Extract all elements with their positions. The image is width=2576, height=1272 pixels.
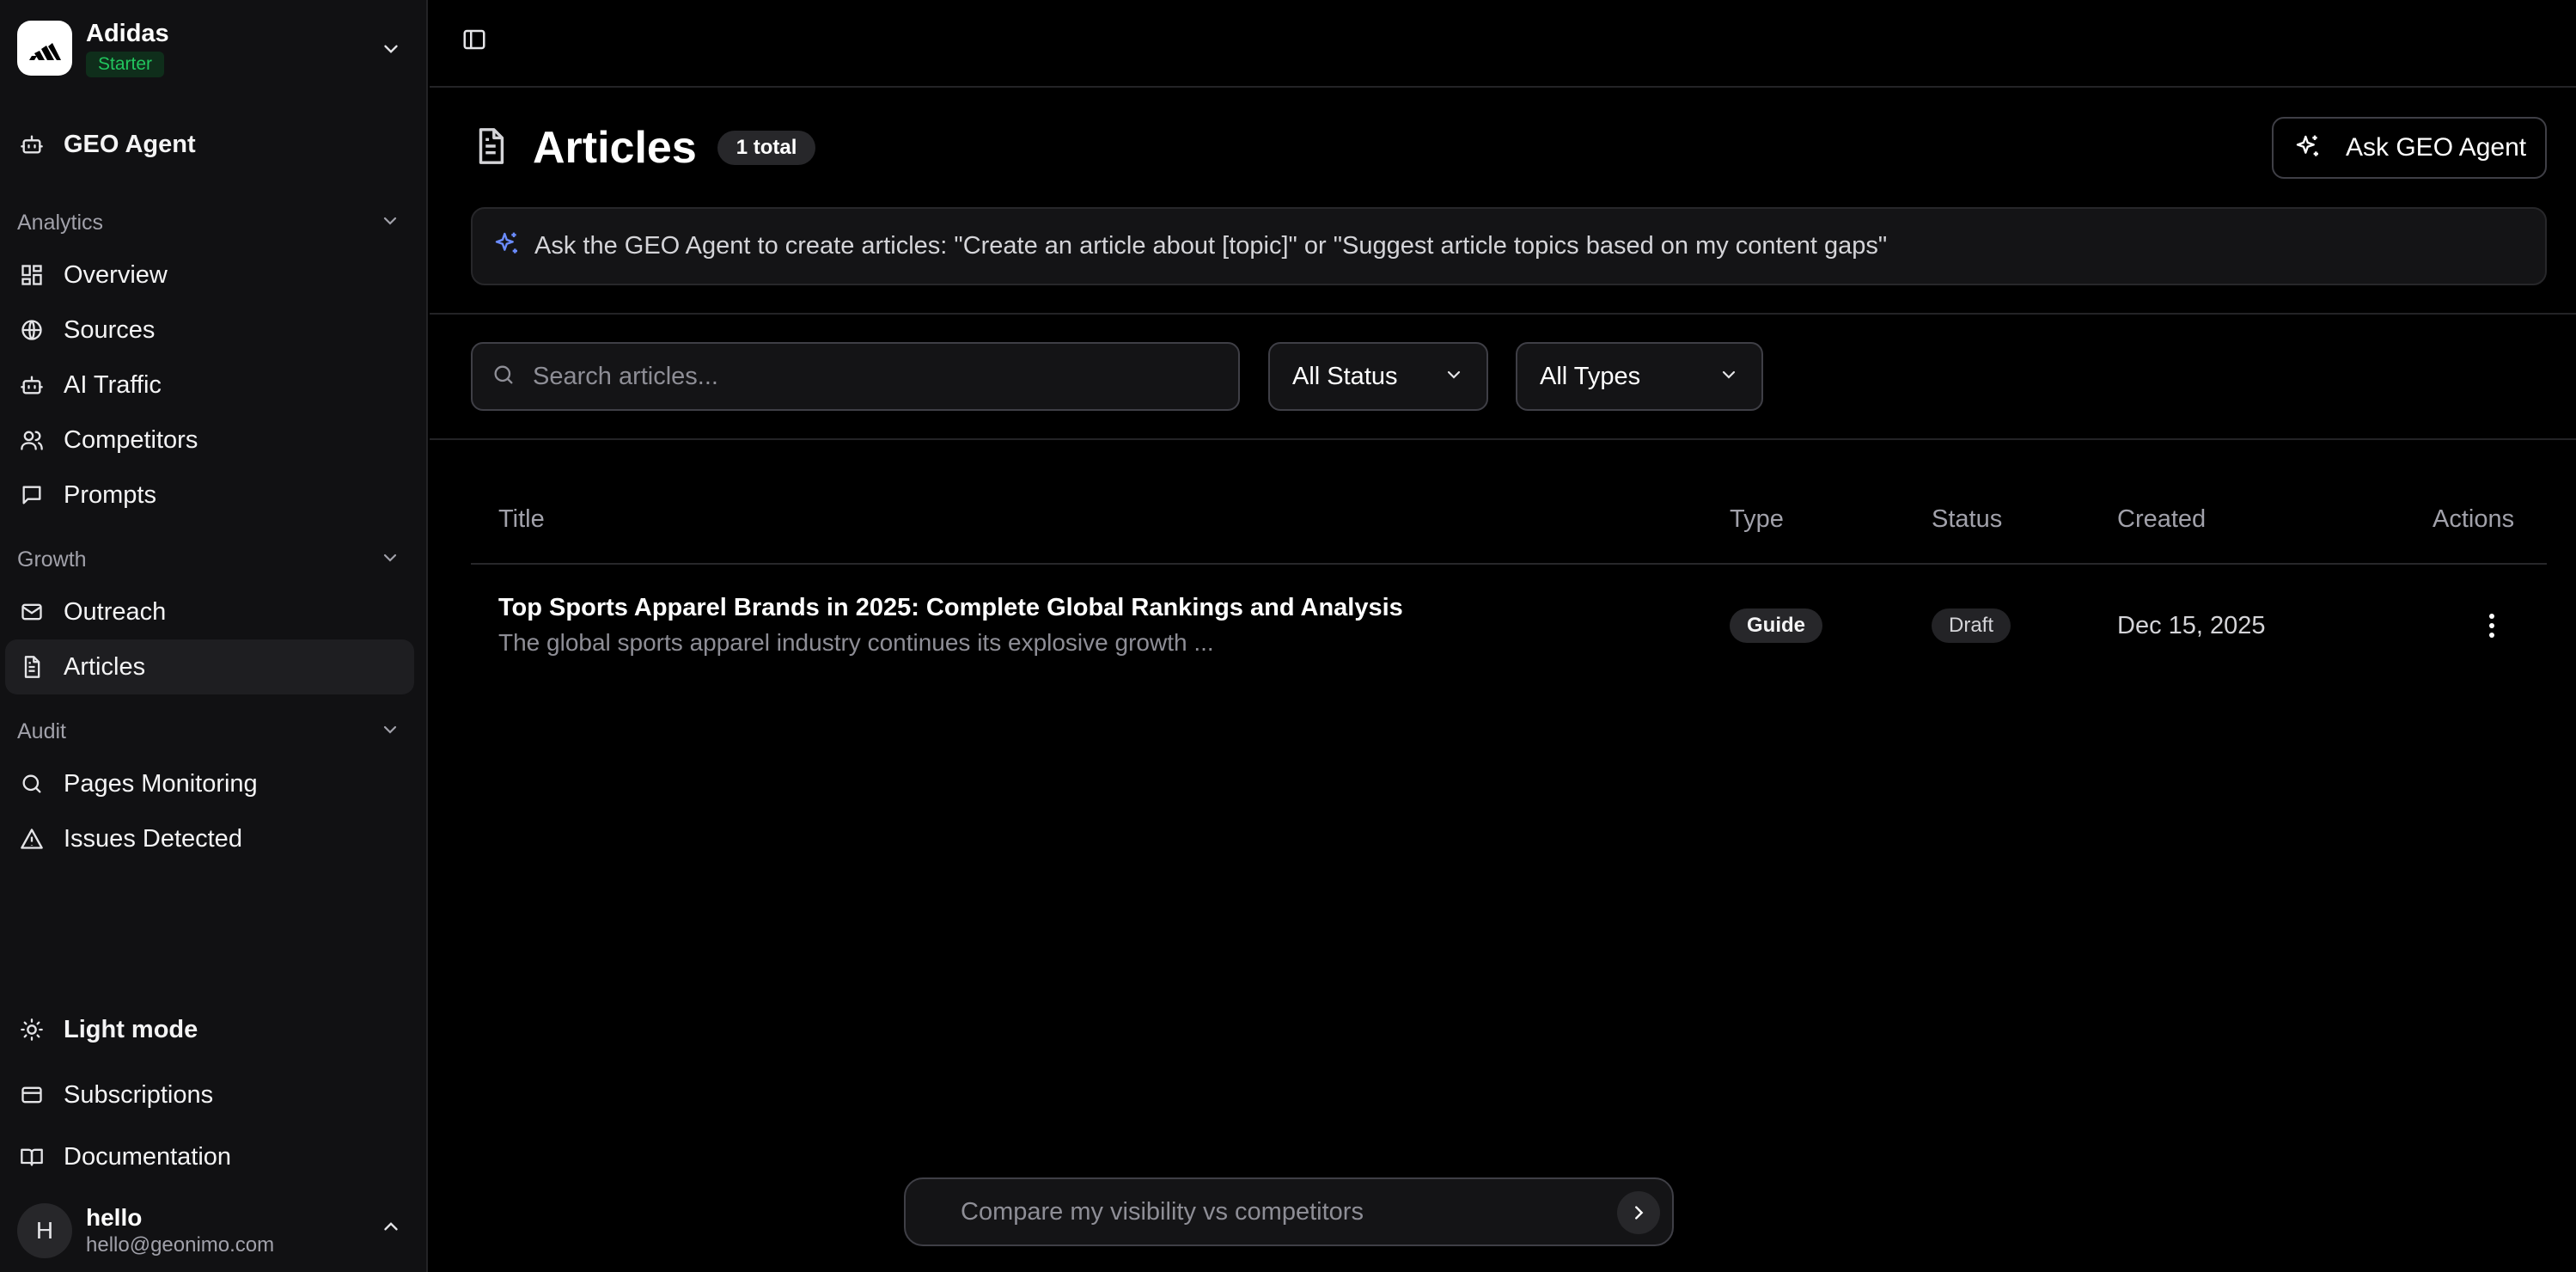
search-input[interactable] [533,362,1220,391]
sidebar-item-competitors[interactable]: Competitors [5,413,414,468]
nav-label: Documentation [64,1142,232,1171]
bot-icon [17,130,46,159]
chevron-down-icon [380,211,400,235]
chevron-up-icon [380,1215,402,1242]
file-text-icon [17,652,46,682]
users-icon [17,425,46,455]
chevron-down-icon [1444,364,1464,389]
nav-label: Light mode [64,1015,198,1043]
workspace-switcher[interactable]: Adidas Starter [17,19,411,77]
sidebar-item-pages-monitoring[interactable]: Pages Monitoring [5,756,414,811]
sidebar-item-articles[interactable]: Articles [5,639,414,694]
type-filter-value: All Types [1540,362,1641,390]
divider [430,313,2576,315]
sidebar-item-ai-traffic[interactable]: AI Traffic [5,358,414,413]
agent-prompt-input[interactable] [961,1197,1562,1226]
sidebar-item-subscriptions[interactable]: Subscriptions [5,1067,414,1122]
hint-text: Ask the GEO Agent to create articles: "C… [534,232,1888,260]
chevron-down-icon [380,547,400,572]
article-description: The global sports apparel industry conti… [498,629,1214,656]
nav-label: Sources [64,315,156,344]
nav-label: GEO Agent [64,130,196,158]
column-header-actions: Actions [2433,505,2515,533]
file-text-icon [471,126,510,170]
search-field[interactable] [471,342,1240,411]
nav-label: Pages Monitoring [64,769,258,798]
credit-card-icon [17,1080,46,1110]
nav-geo-agent[interactable]: GEO Agent [5,117,414,172]
agent-hint-banner: Ask the GEO Agent to create articles: "C… [471,207,2547,285]
nav-label: AI Traffic [64,370,162,399]
more-vertical-icon[interactable] [2478,608,2506,643]
user-menu[interactable]: H hello hello@geonimo.com [17,1198,411,1263]
sidebar-item-issues-detected[interactable]: Issues Detected [5,811,414,866]
section-audit[interactable]: Audit [17,714,400,749]
column-header-type[interactable]: Type [1730,505,1784,534]
globe-icon [17,315,46,345]
sun-icon [17,1015,46,1044]
plan-badge: Starter [86,52,165,77]
sparkles-icon [2294,133,2322,163]
sidebar-toggle-icon[interactable] [459,24,490,55]
chevron-down-icon [380,719,400,744]
table-header-divider [471,563,2547,565]
section-analytics[interactable]: Analytics [17,205,400,240]
ask-button-label: Ask GEO Agent [2346,133,2527,162]
avatar: H [17,1203,72,1258]
dashboard-icon [17,260,46,290]
top-bar [430,0,2576,88]
sidebar-item-prompts[interactable]: Prompts [5,468,414,523]
nav-label: Prompts [64,480,156,509]
section-heading: Analytics [17,210,104,235]
sparkles-icon [493,230,521,262]
page-header: Articles 1 total [471,120,816,175]
type-filter-select[interactable]: All Types [1516,342,1763,411]
light-mode-toggle[interactable]: Light mode [5,1002,414,1057]
column-header-created[interactable]: Created [2117,505,2206,534]
brand-logo [17,21,72,76]
search-icon [491,363,516,391]
mail-icon [17,597,46,627]
brand-name: Adidas [86,20,169,47]
nav-label: Issues Detected [64,824,242,853]
nav-label: Subscriptions [64,1080,214,1109]
chevron-down-icon [1718,364,1739,389]
section-heading: Growth [17,547,87,572]
nav-label: Articles [64,652,146,681]
sidebar-item-sources[interactable]: Sources [5,303,414,358]
send-button[interactable] [1617,1191,1660,1234]
type-badge: Guide [1730,608,1823,643]
nav-label: Overview [64,260,168,289]
section-heading: Audit [17,719,66,743]
section-growth[interactable]: Growth [17,542,400,577]
alert-triangle-icon [17,824,46,853]
status-filter-value: All Status [1292,362,1398,390]
sidebar: Adidas Starter GEO Agent Analytics Overv… [0,0,428,1272]
user-email: hello@geonimo.com [86,1233,275,1257]
chevron-down-icon [380,38,402,64]
message-square-icon [17,480,46,510]
search-icon [17,769,46,798]
divider [430,438,2576,440]
page-title: Articles [533,123,697,173]
agent-composer[interactable] [904,1177,1674,1246]
sidebar-item-documentation[interactable]: Documentation [5,1129,414,1184]
nav-label: Competitors [64,425,198,454]
article-title[interactable]: Top Sports Apparel Brands in 2025: Compl… [498,594,1403,622]
ask-geo-agent-button[interactable]: Ask GEO Agent [2272,117,2547,179]
sidebar-item-outreach[interactable]: Outreach [5,584,414,639]
user-name: hello [86,1204,143,1231]
book-open-icon [17,1142,46,1171]
nav-label: Outreach [64,597,167,626]
status-filter-select[interactable]: All Status [1268,342,1488,411]
bot-icon [17,370,46,400]
sidebar-item-overview[interactable]: Overview [5,248,414,303]
column-header-title[interactable]: Title [498,505,545,534]
column-header-status[interactable]: Status [1932,505,2002,534]
created-date: Dec 15, 2025 [2117,612,2266,639]
total-badge: 1 total [717,131,816,165]
status-badge: Draft [1932,608,2011,643]
